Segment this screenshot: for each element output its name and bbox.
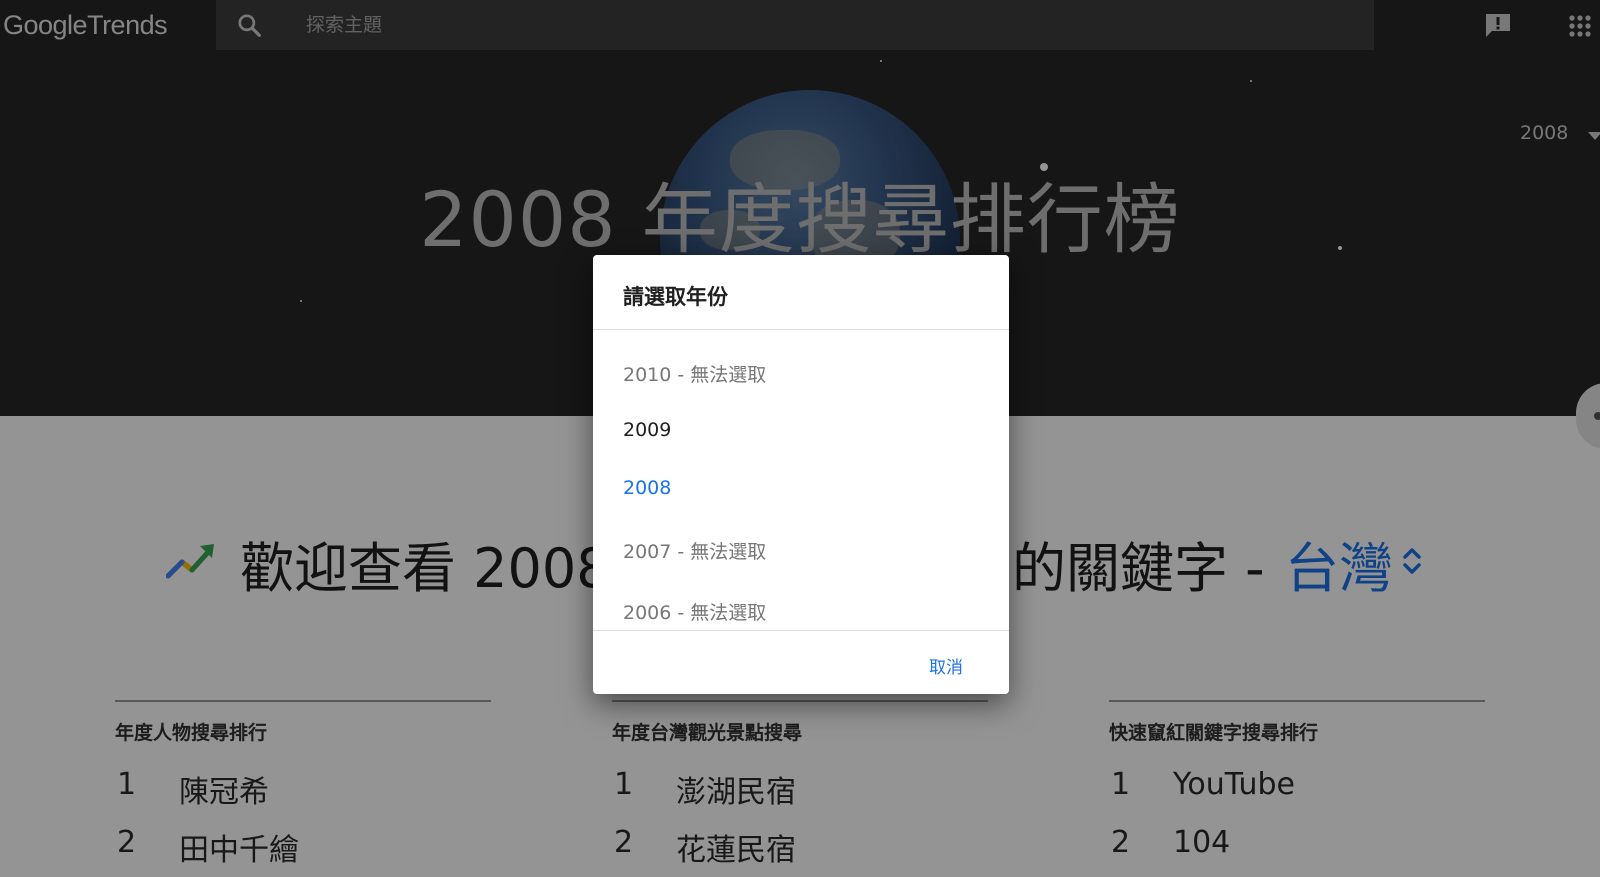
year-option-2009[interactable]: 2009 <box>623 419 671 441</box>
year-option-2006: 2006 - 無法選取 <box>623 602 767 624</box>
year-option-2010: 2010 - 無法選取 <box>623 364 767 386</box>
dialog-title: 請選取年份 <box>623 285 728 309</box>
cancel-button[interactable]: 取消 <box>905 651 987 685</box>
year-picker-dialog: 請選取年份 2010 - 無法選取 2009 2008 2007 - 無法選取 … <box>593 255 1009 694</box>
year-option-2007: 2007 - 無法選取 <box>623 541 767 563</box>
year-option-2008[interactable]: 2008 <box>623 477 671 499</box>
dialog-divider <box>593 329 1009 330</box>
dialog-divider <box>593 630 1009 631</box>
